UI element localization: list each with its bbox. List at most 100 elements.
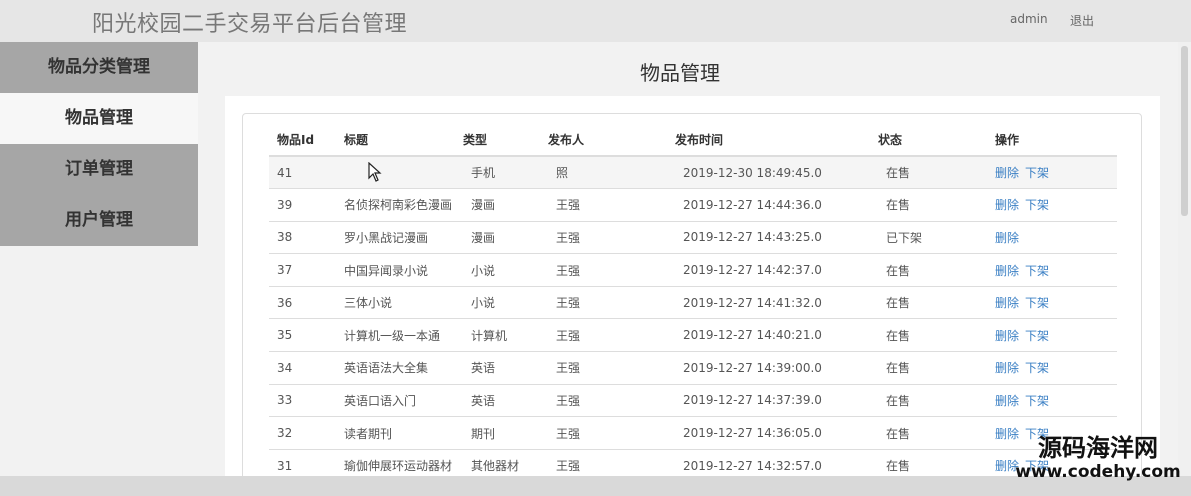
cell-type: 漫画 [455,188,540,222]
cell-publish-time: 2019-12-30 18:49:45.0 [667,155,870,189]
cell-status: 在售 [870,383,987,417]
cell-actions: 删除 [987,220,1117,254]
table-row: 38 罗小黑战记漫画 漫画 王强 2019-12-27 14:43:25.0 已下架 删除 [269,220,1117,254]
cell-id: 35 [269,318,336,352]
delete-link[interactable]: 删除 [995,264,1019,278]
take-down-link[interactable]: 下架 [1025,166,1049,180]
cell-publisher: 王强 [540,188,667,222]
cell-type: 漫画 [455,220,540,254]
cell-title: 读者期刊 [336,416,455,450]
table-row: 32 读者期刊 期刊 王强 2019-12-27 14:36:05.0 在售 删除 下架 [269,416,1117,450]
cell-title: 三体小说 [336,285,455,319]
cell-status: 在售 [870,188,987,222]
cell-actions: 删除 下架 [987,155,1117,189]
cell-title: 英语口语入门 [336,383,455,417]
take-down-link[interactable]: 下架 [1025,329,1049,343]
cell-actions: 删除 下架 [987,351,1117,385]
cell-publisher: 王强 [540,416,667,450]
cell-publish-time: 2019-12-27 14:40:21.0 [667,318,870,352]
table-row: 34 英语语法大全集 英语 王强 2019-12-27 14:39:00.0 在售 删除 下架 [269,351,1117,385]
cell-actions: 删除 下架 [987,318,1117,352]
cell-actions: 删除 下架 [987,285,1117,319]
cell-publisher: 王强 [540,383,667,417]
cell-status: 在售 [870,155,987,189]
cell-publish-time: 2019-12-27 14:37:39.0 [667,383,870,417]
sidebar-item-item-management[interactable]: 物品管理 [0,93,198,144]
cell-publish-time: 2019-12-27 14:36:05.0 [667,416,870,450]
cell-status: 在售 [870,318,987,352]
cell-id: 39 [269,188,336,222]
take-down-link[interactable]: 下架 [1025,264,1049,278]
take-down-link[interactable]: 下架 [1025,296,1049,310]
mouse-pointer-icon [368,162,382,182]
cell-publish-time: 2019-12-27 14:42:37.0 [667,253,870,287]
cell-type: 期刊 [455,416,540,450]
cell-actions: 删除 下架 [987,253,1117,287]
table-row: 39 名侦探柯南彩色漫画 漫画 王强 2019-12-27 14:44:36.0 在售 删除… [269,188,1117,222]
cell-id: 33 [269,383,336,417]
content-panel: 物品Id 标题 类型 发布人 发布时间 状态 操作 41 手机照 2019-12-3… [225,96,1160,493]
cell-type: 小说 [455,253,540,287]
logout-link[interactable]: 退出 [1070,12,1094,29]
cell-type: 手机 [455,155,540,189]
cell-publisher: 王强 [540,253,667,287]
cell-title: 中国异闻录小说 [336,253,455,287]
cell-status: 已下架 [870,220,987,254]
table-row: 35 计算机一级一本通 计算机 王强 2019-12-27 14:40:21.0 在售 删除… [269,318,1117,352]
sidebar-item-user-management[interactable]: 用户管理 [0,195,198,246]
table-row: 33 英语口语入门 英语 王强 2019-12-27 14:37:39.0 在售 删除 下架 [269,383,1117,417]
column-header-id: 物品Id [269,124,336,157]
delete-link[interactable]: 删除 [995,231,1019,245]
watermark: 源码海洋网 www.codehy.com [1005,436,1191,481]
app-title: 阳光校园二手交易平台后台管理 [92,12,408,37]
watermark-site-name: 源码海洋网 [1038,434,1158,462]
cell-status: 在售 [870,285,987,319]
user-link[interactable]: admin [1010,12,1048,26]
delete-link[interactable]: 删除 [995,394,1019,408]
cell-status: 在售 [870,351,987,385]
column-header-status: 状态 [870,124,987,157]
top-bar: 阳光校园二手交易平台后台管理 admin 退出 [0,0,1191,42]
cell-id: 32 [269,416,336,450]
delete-link[interactable]: 删除 [995,329,1019,343]
column-header-title: 标题 [336,124,455,157]
take-down-link[interactable]: 下架 [1025,394,1049,408]
main-content: 物品管理 物品Id 标题 类型 发布人 发布时间 状态 操作 41 手机照 2019… [210,42,1176,493]
cell-type: 计算机 [455,318,540,352]
cell-type: 英语 [455,351,540,385]
cell-status: 在售 [870,253,987,287]
table-row: 37 中国异闻录小说 小说 王强 2019-12-27 14:42:37.0 在售 删除 下架 [269,253,1117,287]
delete-link[interactable]: 删除 [995,198,1019,212]
delete-link[interactable]: 删除 [995,296,1019,310]
sidebar-item-category-management[interactable]: 物品分类管理 [0,42,198,93]
cell-id: 38 [269,220,336,254]
table-row: 36 三体小说 小说 王强 2019-12-27 14:41:32.0 在售 删除 下架 [269,285,1117,319]
take-down-link[interactable]: 下架 [1025,361,1049,375]
cell-publish-time: 2019-12-27 14:41:32.0 [667,285,870,319]
column-header-actions: 操作 [987,124,1117,157]
cell-status: 在售 [870,416,987,450]
cell-publisher: 照 [540,155,667,189]
scrollbar-thumb[interactable] [1181,46,1188,216]
cell-title [336,155,455,189]
cell-title: 英语语法大全集 [336,351,455,385]
cell-id: 36 [269,285,336,319]
delete-link[interactable]: 删除 [995,166,1019,180]
cell-id: 41 [269,155,336,189]
cell-publisher: 王强 [540,318,667,352]
cell-publisher: 王强 [540,285,667,319]
cell-publish-time: 2019-12-27 14:43:25.0 [667,220,870,254]
items-table: 物品Id 标题 类型 发布人 发布时间 状态 操作 41 手机照 2019-12-3… [269,124,1117,482]
cell-type: 英语 [455,383,540,417]
take-down-link[interactable]: 下架 [1025,198,1049,212]
delete-link[interactable]: 删除 [995,361,1019,375]
cell-publisher: 王强 [540,220,667,254]
cell-publish-time: 2019-12-27 14:39:00.0 [667,351,870,385]
page-title: 物品管理 [640,61,720,85]
column-header-publish-time: 发布时间 [667,124,870,157]
cell-publish-time: 2019-12-27 14:44:36.0 [667,188,870,222]
sidebar: 物品分类管理 物品管理 订单管理 用户管理 [0,42,198,472]
cell-id: 34 [269,351,336,385]
sidebar-item-order-management[interactable]: 订单管理 [0,144,198,195]
cell-actions: 删除 下架 [987,383,1117,417]
